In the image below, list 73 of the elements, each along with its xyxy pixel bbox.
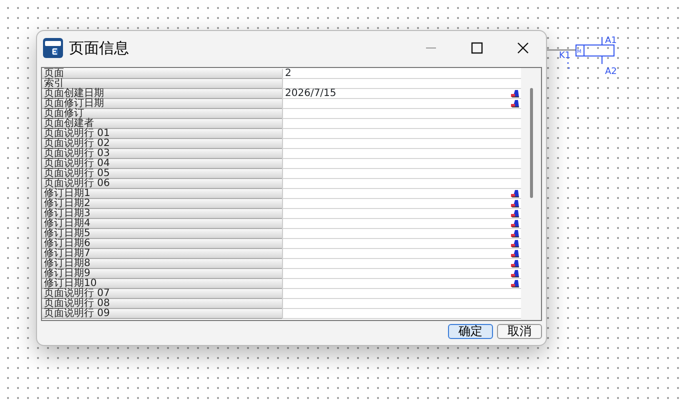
value-field[interactable] [282,119,521,129]
property-label: 修订日期6 [42,239,282,249]
property-label: 修订日期8 [42,259,282,269]
property-label: 页面创建者 [42,119,282,129]
value-field[interactable] [282,239,521,249]
value-field[interactable] [282,149,521,159]
edit-icon[interactable] [511,89,519,98]
property-label: 页面修订 [42,109,282,119]
edit-icon[interactable] [511,249,519,258]
property-label: 修订日期2 [42,199,282,209]
edit-icon[interactable] [511,279,519,288]
edit-icon[interactable] [511,269,519,278]
maximize-icon [471,42,483,54]
property-label: 修订日期5 [42,229,282,239]
edit-icon[interactable] [511,199,519,208]
value-field[interactable] [282,109,521,119]
value-field[interactable] [282,169,521,179]
edit-icon[interactable] [511,189,519,198]
edit-icon[interactable] [511,259,519,268]
value-field[interactable] [282,179,521,189]
value-field[interactable] [282,229,521,239]
edit-icon[interactable] [511,239,519,248]
property-label: 页面说明行 08 [42,299,282,309]
edit-icon[interactable] [511,229,519,238]
relay-symbol-drawing [547,36,614,69]
cancel-button[interactable]: 取消 [497,324,542,339]
value-field[interactable]: 2026/7/15 [282,89,521,99]
value-field[interactable] [282,249,521,259]
property-label: 页面说明行 09 [42,309,282,319]
window-title: 页面信息 [69,38,129,59]
value-field[interactable] [282,269,521,279]
value-field[interactable] [282,219,521,229]
property-label: 页面说明行 04 [42,159,282,169]
property-label: 页面说明行 06 [42,179,282,189]
scrollbar[interactable] [521,68,541,320]
pin-label: A1 [605,36,617,46]
pin-label: A2 [605,67,617,77]
property-label: 页面 [42,69,282,79]
value-field[interactable] [282,259,521,269]
value-field[interactable] [282,299,521,309]
property-label: 页面说明行 03 [42,149,282,159]
value-field[interactable] [282,99,521,109]
property-label: 修订日期9 [42,269,282,279]
property-label: 修订日期3 [42,209,282,219]
property-label: 页面说明行 02 [42,139,282,149]
value-field[interactable] [282,189,521,199]
value-field[interactable] [282,309,521,319]
property-label: 修订日期7 [42,249,282,259]
edit-icon[interactable] [511,209,519,218]
value-field[interactable] [282,279,521,289]
property-label: 修订日期10 [42,279,282,289]
value-field[interactable] [282,79,521,89]
value-field[interactable]: 2 [282,69,521,79]
property-label: 修订日期1 [42,189,282,199]
property-label: 页面修订日期 [42,99,282,109]
value-field[interactable] [282,159,521,169]
edit-icon[interactable] [511,99,519,108]
property-label: 页面说明行 05 [42,169,282,179]
close-icon [517,42,529,54]
value-field[interactable] [282,129,521,139]
property-label: 修订日期4 [42,219,282,229]
property-label: 页面说明行 07 [42,289,282,299]
value-field[interactable] [282,289,521,299]
edit-icon[interactable] [511,219,519,228]
ok-button[interactable]: 确定 [448,324,493,339]
property-label: 页面说明行 01 [42,129,282,139]
app-icon [43,38,63,58]
value-field[interactable] [282,199,521,209]
value-field[interactable] [282,209,521,219]
device-label: K1 [559,51,571,61]
property-label: 索引 [42,79,282,89]
value-field[interactable] [282,139,521,149]
property-label: 页面创建日期 [42,89,282,99]
